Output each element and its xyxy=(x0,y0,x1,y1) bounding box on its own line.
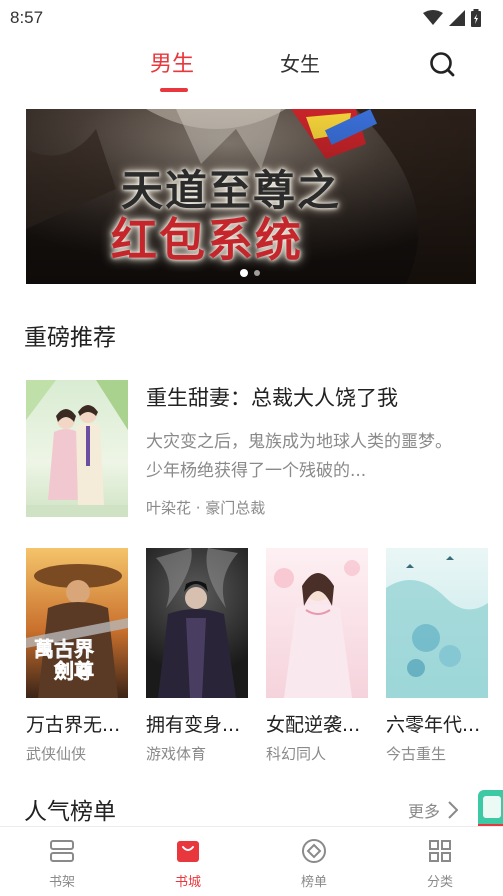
signal-icon xyxy=(449,10,465,26)
nav-label: 书城 xyxy=(174,875,201,890)
book-name: 六零年代... xyxy=(386,714,481,736)
shopping-bag-icon xyxy=(177,841,199,862)
warrior-cover-art: 萬古界 劍尊 xyxy=(26,564,128,698)
status-time: 8:57 xyxy=(10,8,44,27)
book-card[interactable]: 拥有变身... 游戏体育 xyxy=(146,548,248,764)
nav-bookshelf[interactable]: 书架 xyxy=(27,837,97,890)
wifi-icon xyxy=(423,10,443,25)
banner-carousel[interactable]: 天道至尊之 红包系统 xyxy=(26,109,476,284)
svg-text:萬古界: 萬古界 xyxy=(34,637,94,661)
lady-cover-art xyxy=(274,560,360,698)
popular-section-title: 人气榜单 xyxy=(24,799,116,825)
lotus-cover-art xyxy=(386,556,488,698)
nav-bookstore[interactable]: 书城 xyxy=(153,837,223,890)
featured-section-title: 重磅推荐 xyxy=(24,325,116,351)
more-link[interactable]: 更多 xyxy=(408,798,459,822)
nav-category[interactable]: 分类 xyxy=(405,837,475,890)
book-name: 万古界无... xyxy=(26,714,121,736)
book-card[interactable]: 萬古界 劍尊 万古界无... 武侠仙侠 xyxy=(26,548,128,764)
book-cover xyxy=(266,548,368,698)
book-name: 拥有变身... xyxy=(146,714,241,736)
compass-icon xyxy=(302,839,326,863)
featured-book-meta: 叶染花 · 豪门总裁 xyxy=(146,499,266,517)
bookshelf-icon xyxy=(50,840,74,862)
featured-book[interactable]: 重生甜妻：总裁大人饶了我 大灾变之后，鬼族成为地球人类的噩梦。少年杨绝获得了一个… xyxy=(26,380,478,518)
nav-label: 分类 xyxy=(426,875,453,890)
bottom-navigation: 书架 书城 榜单 分类 xyxy=(0,826,503,896)
book-grid: 萬古界 劍尊 万古界无... 武侠仙侠 拥有变身... 游戏体育 女配逆袭...… xyxy=(26,548,496,768)
carousel-dot-active xyxy=(240,269,248,277)
svg-text:劍尊: 劍尊 xyxy=(54,659,94,683)
more-label: 更多 xyxy=(408,802,441,821)
book-category: 武侠仙侠 xyxy=(26,745,87,763)
battery-icon xyxy=(471,9,481,27)
book-cover xyxy=(386,548,488,698)
book-card[interactable]: 六零年代... 今古重生 xyxy=(386,548,488,764)
featured-book-cover xyxy=(26,380,128,517)
status-icons xyxy=(423,9,481,27)
carousel-dot xyxy=(254,270,260,276)
chevron-right-icon xyxy=(448,801,459,819)
book-category: 科幻同人 xyxy=(266,745,327,763)
nav-label: 榜单 xyxy=(300,875,327,890)
grid-icon xyxy=(429,840,451,862)
book-category: 今古重生 xyxy=(386,745,447,763)
active-tab-indicator xyxy=(160,88,188,92)
book-cover: 萬古界 劍尊 xyxy=(26,548,128,698)
book-name: 女配逆袭... xyxy=(266,714,361,736)
top-tabs: 男生 女生 xyxy=(0,40,503,96)
nav-label: 书架 xyxy=(48,875,75,890)
featured-book-name: 重生甜妻：总裁大人饶了我 xyxy=(146,386,398,410)
book-category: 游戏体育 xyxy=(146,745,207,763)
carousel-indicator xyxy=(240,269,260,277)
featured-book-description: 大灾变之后，鬼族成为地球人类的噩梦。少年杨绝获得了一个残破的... xyxy=(146,432,452,481)
nav-ranking[interactable]: 榜单 xyxy=(279,837,349,890)
book-card[interactable]: 女配逆袭... 科幻同人 xyxy=(266,548,368,764)
tab-female[interactable]: 女生 xyxy=(280,48,320,77)
search-icon[interactable] xyxy=(428,50,456,78)
status-bar: 8:57 xyxy=(0,0,503,36)
book-cover xyxy=(146,548,248,698)
banner-title-line2: 红包系统 xyxy=(111,213,303,267)
tab-male[interactable]: 男生 xyxy=(150,46,194,78)
dark-hero-cover-art xyxy=(156,548,238,698)
couple-cover-art xyxy=(26,380,128,517)
